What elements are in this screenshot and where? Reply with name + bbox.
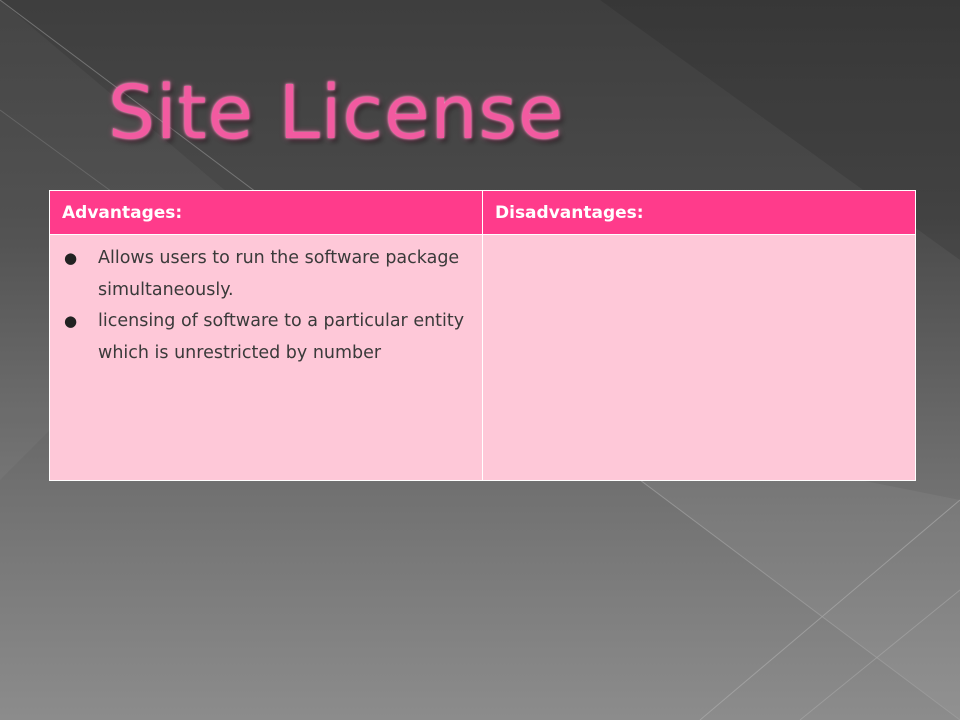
license-table: Advantages: Disadvantages: ● Allows user… (49, 190, 916, 481)
advantages-cell: ● Allows users to run the software packa… (49, 234, 483, 481)
bullet-icon: ● (64, 312, 78, 330)
disadvantages-header: Disadvantages: (482, 190, 916, 235)
table-header-row: Advantages: Disadvantages: (49, 190, 916, 235)
list-item: ● Allows users to run the software packa… (60, 243, 472, 306)
disadvantages-cell (482, 234, 916, 481)
advantage-text: licensing of software to a particular en… (98, 311, 465, 363)
table-row: ● Allows users to run the software packa… (49, 234, 916, 481)
list-item: ● licensing of software to a particular … (60, 306, 472, 369)
bullet-icon: ● (64, 249, 78, 267)
advantage-text: Allows users to run the software package… (98, 248, 460, 300)
advantages-list: ● Allows users to run the software packa… (60, 243, 472, 369)
slide-title: Site License (108, 70, 565, 156)
advantages-header: Advantages: (49, 190, 483, 235)
